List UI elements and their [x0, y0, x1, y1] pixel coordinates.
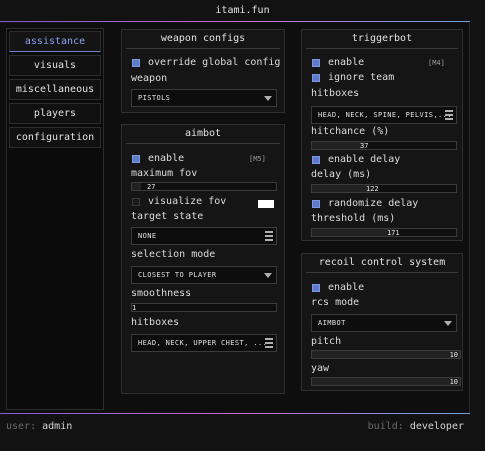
triggerbot-keybind[interactable]: [M4] — [428, 59, 445, 67]
weapon-dropdown[interactable]: PISTOLS — [131, 89, 277, 107]
aimbot-panel: aimbot enable [M5] maximum fov 27 visual… — [121, 124, 285, 394]
pitch-label: pitch — [311, 336, 342, 347]
rcs-mode-value: AIMBOT — [318, 319, 346, 327]
target-state-label: target state — [131, 211, 204, 222]
aimbot-hitboxes-label: hitboxes — [131, 317, 180, 328]
target-state-value: NONE — [138, 232, 157, 240]
divider — [306, 272, 458, 273]
user-prefix: user: — [6, 421, 37, 432]
divider — [126, 143, 280, 144]
selection-mode-dropdown[interactable]: CLOSEST TO PLAYER — [131, 266, 277, 284]
sidebar-item-miscellaneous[interactable]: miscellaneous — [9, 79, 101, 100]
sidebar-item-configuration[interactable]: configuration — [9, 127, 101, 148]
panel-title: recoil control system — [318, 257, 446, 268]
slider-fill — [312, 378, 460, 385]
triggerbot-panel: triggerbot enable [M4] ignore team hitbo… — [301, 29, 463, 241]
aimbot-keybind[interactable]: [M5] — [249, 155, 266, 163]
weapon-label: weapon — [131, 73, 168, 84]
triggerbot-enable-checkbox[interactable] — [312, 59, 320, 67]
target-state-multiselect[interactable]: NONE — [131, 227, 277, 245]
yaw-slider[interactable]: 10 — [311, 377, 461, 386]
yaw-label: yaw — [311, 363, 330, 374]
pitch-value: 10 — [449, 351, 458, 359]
aimbot-enable-label: enable — [148, 153, 185, 164]
triggerbot-hitboxes-label: hitboxes — [311, 88, 360, 99]
accent-divider-top — [0, 21, 470, 22]
slider-fill — [312, 351, 460, 358]
enable-delay-label: enable delay — [328, 154, 401, 165]
smoothness-value: 1 — [132, 304, 137, 312]
pitch-slider[interactable]: 10 — [311, 350, 461, 359]
yaw-value: 10 — [449, 378, 458, 386]
visualize-fov-label: visualize fov — [148, 196, 227, 207]
smoothness-label: smoothness — [131, 288, 192, 299]
sidebar-item-visuals[interactable]: visuals — [9, 55, 101, 76]
smoothness-slider[interactable]: 1 — [131, 303, 277, 312]
delay-label: delay (ms) — [311, 169, 372, 180]
sidebar-item-players[interactable]: players — [9, 103, 101, 124]
rcs-mode-label: rcs mode — [311, 297, 360, 308]
hitchance-value: 37 — [360, 142, 369, 150]
divider — [126, 48, 280, 49]
weapon-dropdown-value: PISTOLS — [138, 94, 171, 102]
build-prefix: build: — [367, 421, 404, 432]
hitchance-slider[interactable]: 37 — [311, 141, 457, 150]
panel-title: weapon configs — [160, 33, 246, 44]
divider — [306, 48, 458, 49]
aimbot-hitboxes-value: HEAD, NECK, UPPER CHEST, ... — [138, 339, 268, 347]
menu-icon — [445, 110, 453, 120]
max-fov-slider[interactable]: 27 — [131, 182, 277, 191]
delay-value: 122 — [366, 185, 379, 193]
sidebar-item-assistance[interactable]: assistance — [9, 31, 101, 52]
randomize-delay-label: randomize delay — [328, 198, 419, 209]
selection-mode-label: selection mode — [131, 249, 216, 260]
delay-slider[interactable]: 122 — [311, 184, 457, 193]
override-global-config-label: override global config — [148, 57, 281, 68]
menu-icon — [265, 231, 273, 241]
triggerbot-enable-label: enable — [328, 57, 365, 68]
footer-user: user: admin — [6, 421, 72, 432]
rcs-mode-dropdown[interactable]: AIMBOT — [311, 314, 457, 332]
max-fov-label: maximum fov — [131, 168, 198, 179]
aimbot-enable-checkbox[interactable] — [132, 155, 140, 163]
slider-fill — [312, 229, 395, 236]
hitchance-label: hitchance (%) — [311, 126, 390, 137]
slider-fill — [312, 142, 366, 149]
build-value: developer — [409, 421, 464, 432]
rcs-enable-checkbox[interactable] — [312, 284, 320, 292]
ignore-team-checkbox[interactable] — [312, 74, 320, 82]
ignore-team-label: ignore team — [328, 72, 395, 83]
triggerbot-hitboxes-multiselect[interactable]: HEAD, NECK, SPINE, PELVIS,... — [311, 106, 457, 124]
app-title: itami.fun — [215, 5, 270, 16]
aimbot-hitboxes-multiselect[interactable]: HEAD, NECK, UPPER CHEST, ... — [131, 334, 277, 352]
footer-build: build: developer — [368, 421, 464, 432]
threshold-value: 171 — [387, 229, 400, 237]
enable-delay-checkbox[interactable] — [312, 156, 320, 164]
override-global-config-checkbox[interactable] — [132, 59, 140, 67]
threshold-slider[interactable]: 171 — [311, 228, 457, 237]
panel-title: aimbot — [184, 128, 222, 139]
selection-mode-value: CLOSEST TO PLAYER — [138, 271, 217, 279]
user-value: admin — [42, 421, 73, 432]
fov-color-swatch[interactable] — [258, 200, 274, 208]
panel-title: triggerbot — [351, 33, 413, 44]
max-fov-value: 27 — [147, 183, 156, 191]
chevron-down-icon — [444, 321, 452, 326]
randomize-delay-checkbox[interactable] — [312, 200, 320, 208]
chevron-down-icon — [264, 96, 272, 101]
chevron-down-icon — [264, 273, 272, 278]
sidebar: assistance visuals miscellaneous players… — [6, 28, 104, 410]
triggerbot-hitboxes-value: HEAD, NECK, SPINE, PELVIS,... — [318, 111, 452, 119]
rcs-enable-label: enable — [328, 282, 365, 293]
rcs-panel: recoil control system enable rcs mode AI… — [301, 253, 463, 391]
menu-icon — [265, 338, 273, 348]
slider-fill — [312, 185, 372, 192]
weapon-configs-panel: weapon configs override global config we… — [121, 29, 285, 113]
visualize-fov-checkbox[interactable] — [132, 198, 140, 206]
threshold-label: threshold (ms) — [311, 213, 396, 224]
slider-fill — [132, 183, 141, 190]
